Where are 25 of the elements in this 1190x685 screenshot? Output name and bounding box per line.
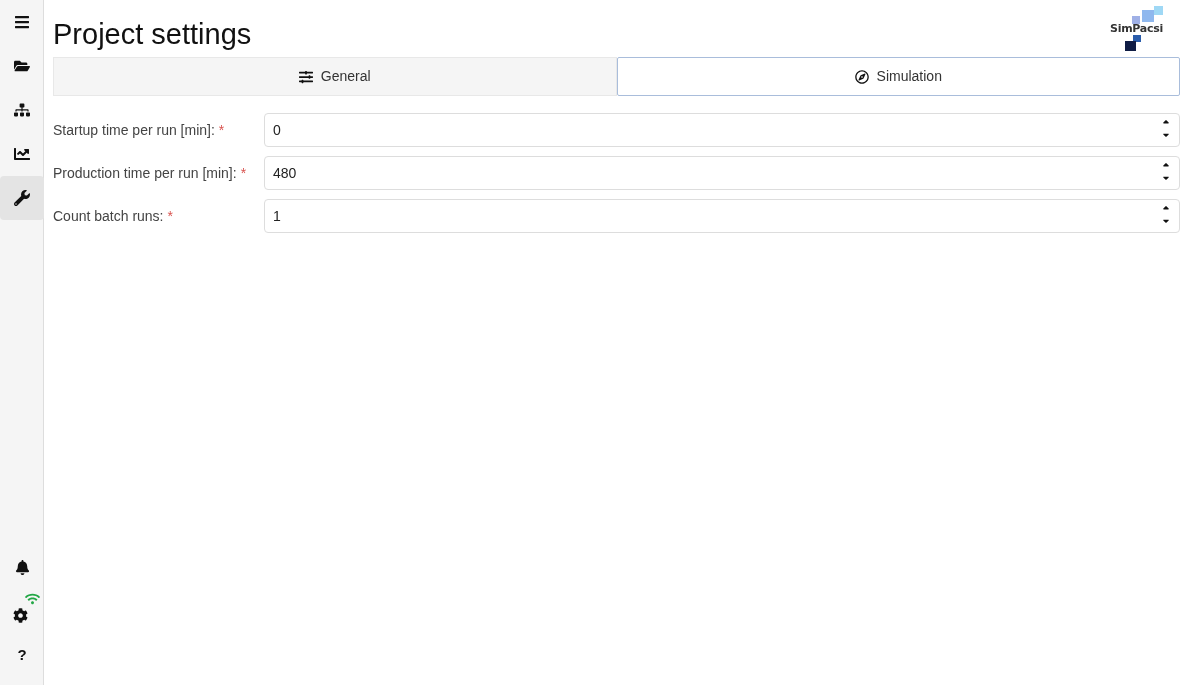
required-mark: * — [240, 163, 247, 183]
number-input[interactable]: 480 — [264, 156, 1180, 190]
folder-icon — [14, 58, 30, 74]
page-title: Project settings — [53, 20, 252, 49]
wrench-icon — [14, 190, 30, 206]
sidebar-item[interactable] — [0, 176, 44, 220]
bell-icon — [14, 559, 30, 575]
number-input[interactable]: 1 — [264, 199, 1180, 233]
logo: SimPacsi — [1110, 0, 1180, 52]
wifi-icon — [25, 593, 40, 605]
sliders-icon — [298, 69, 313, 84]
field-label: Production time per run [min]: — [53, 163, 237, 183]
field-label: Startup time per run [min]: — [53, 120, 215, 140]
tab[interactable]: Simulation — [616, 57, 1180, 96]
number-input[interactable]: 0 — [264, 113, 1180, 147]
hierarchy-icon — [14, 102, 30, 118]
line-chart-icon — [14, 146, 30, 162]
field-label: Count batch runs: — [53, 206, 164, 226]
compass-icon — [854, 69, 869, 84]
required-mark: * — [218, 120, 225, 140]
menu-icon — [14, 14, 30, 30]
gear-icon — [12, 607, 28, 623]
required-mark: * — [167, 206, 173, 226]
tab[interactable]: General — [53, 57, 617, 96]
help-button[interactable]: ? — [0, 633, 44, 677]
